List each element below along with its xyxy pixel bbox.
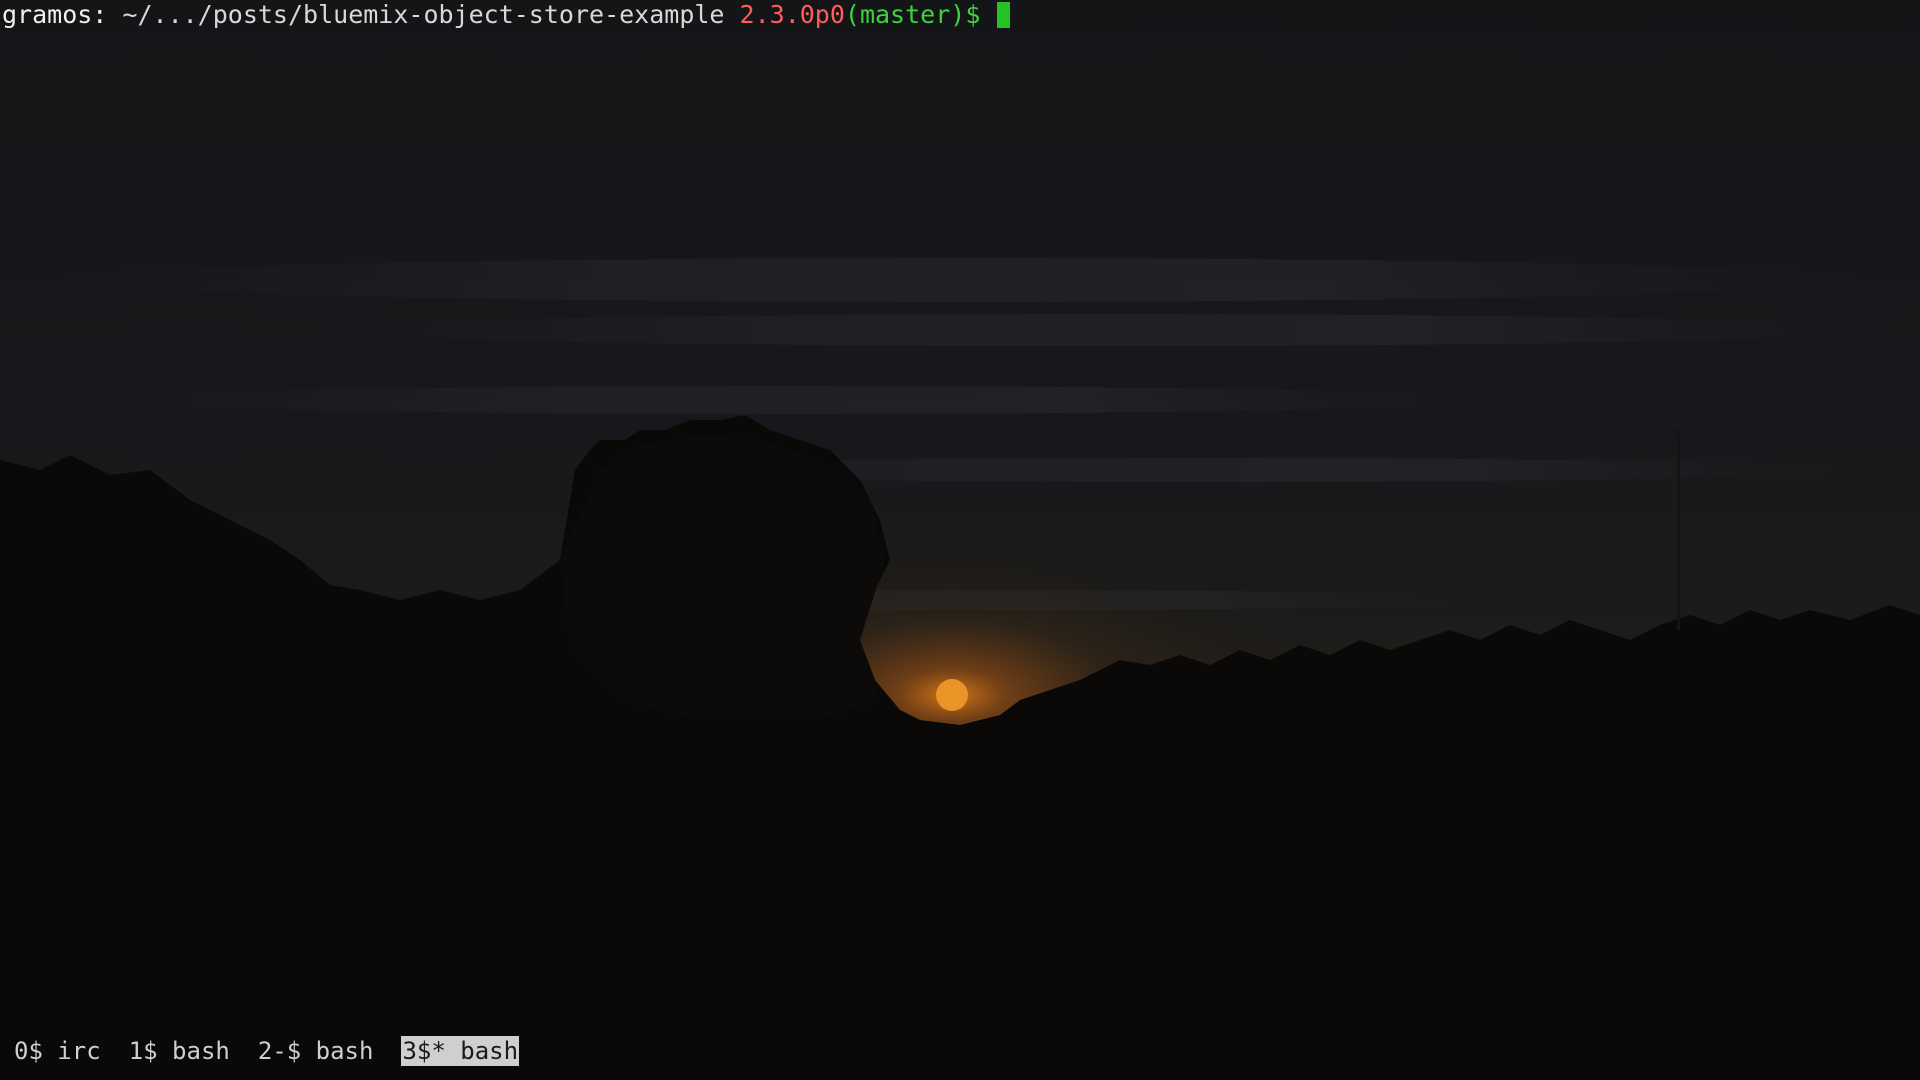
screen: gramos: ~/.../posts/bluemix-object-store… <box>0 0 1920 1080</box>
prompt-symbol: $ <box>965 0 981 29</box>
window-tab-1[interactable]: 1$ bash <box>129 1036 230 1066</box>
prompt-path: ~/.../posts/bluemix-object-store-example <box>122 0 725 29</box>
window-tab-2[interactable]: 2-$ bash <box>258 1036 374 1066</box>
shell-prompt: gramos: ~/.../posts/bluemix-object-store… <box>2 0 1011 30</box>
prompt-git-branch: (master) <box>844 0 966 29</box>
screen-window-status-bar: 0$ irc 1$ bash 2-$ bash 3$* bash <box>14 1036 547 1066</box>
prompt-user: gramos: <box>2 0 108 29</box>
prompt-ruby-version: 2.3.0p0 <box>739 0 845 29</box>
text-cursor[interactable] <box>997 2 1011 28</box>
window-tab-0[interactable]: 0$ irc <box>14 1036 101 1066</box>
terminal-window[interactable]: gramos: ~/.../posts/bluemix-object-store… <box>0 0 1920 1080</box>
window-tab-3-active[interactable]: 3$* bash <box>401 1036 520 1066</box>
